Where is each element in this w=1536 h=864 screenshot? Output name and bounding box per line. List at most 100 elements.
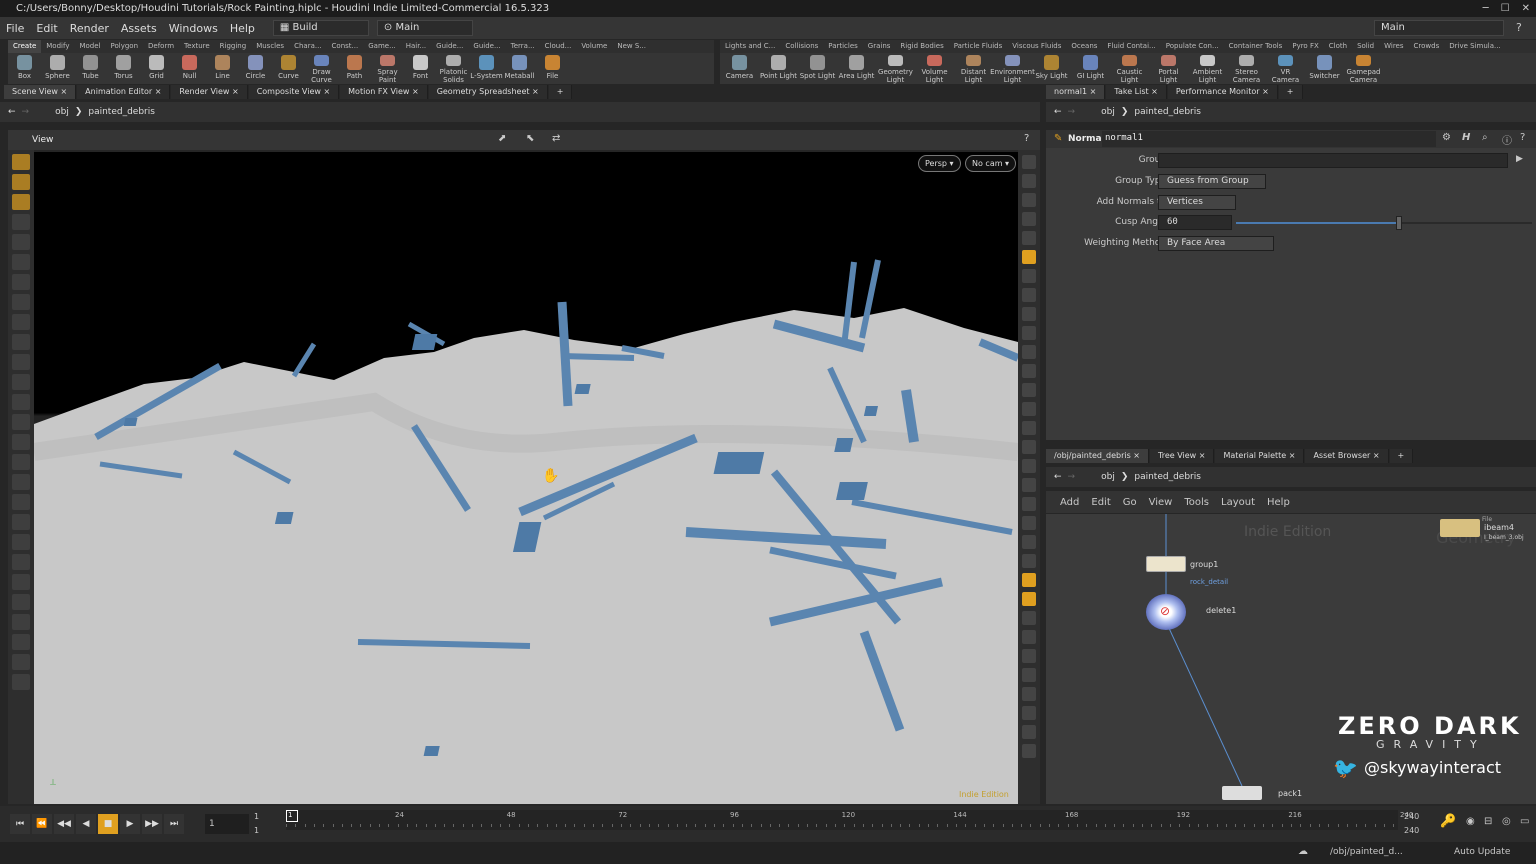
net-path-node[interactable]: painted_debris (1134, 472, 1201, 482)
display-option-30-icon[interactable] (1022, 725, 1036, 739)
tool-file[interactable]: File (536, 53, 569, 84)
shelf-tab-oceans[interactable]: Oceans (1066, 40, 1102, 53)
shelf-tab-crowds[interactable]: Crowds (1409, 40, 1445, 53)
pane-tab-asset-browser[interactable]: Asset Browser × (1305, 449, 1389, 463)
display-option-29-icon[interactable] (1022, 706, 1036, 720)
tool-environment-light[interactable]: Environment Light (990, 53, 1035, 84)
shelf-tab-modify[interactable]: Modify (41, 40, 74, 53)
display-option-7-icon[interactable] (1022, 288, 1036, 302)
tool-portal-light[interactable]: Portal Light (1149, 53, 1188, 84)
param-group-type-menu[interactable]: Guess from Group (1158, 174, 1266, 189)
shelf-tab-viscous-fluids[interactable]: Viscous Fluids (1007, 40, 1066, 53)
ibeam-node-box[interactable] (1440, 519, 1480, 537)
tool24-icon[interactable] (12, 614, 30, 630)
display-option-5-icon[interactable] (1022, 250, 1036, 264)
tool19-icon[interactable] (12, 514, 30, 530)
cusp-angle-slider-knob[interactable] (1395, 216, 1402, 230)
shelf-tab-particle-fluids[interactable]: Particle Fluids (949, 40, 1008, 53)
display-option-4-icon[interactable] (1022, 231, 1036, 245)
pane-tab-motion-fx-view[interactable]: Motion FX View × (340, 85, 428, 99)
tool-null[interactable]: Null (173, 53, 206, 84)
display-option-14-icon[interactable] (1022, 421, 1036, 435)
display-option-18-icon[interactable] (1022, 497, 1036, 511)
tool-gamepad-camera[interactable]: Gamepad Camera (1344, 53, 1383, 84)
tool-geometry-light[interactable]: Geometry Light (876, 53, 915, 84)
tool-ambient-light[interactable]: Ambient Light (1188, 53, 1227, 84)
shelf-tab-pyro-fx[interactable]: Pyro FX (1287, 40, 1323, 53)
pane-tab-obj-painted-debris[interactable]: /obj/painted_debris × (1046, 449, 1149, 463)
desktop-dropdown[interactable]: ▦ Build (272, 20, 369, 36)
display-option-3-icon[interactable] (1022, 212, 1036, 226)
pane-tab-scene-view[interactable]: Scene View × (4, 85, 77, 99)
shelf-tab-wires[interactable]: Wires (1379, 40, 1408, 53)
net-menu-go[interactable]: Go (1123, 497, 1137, 508)
right-desktop-dropdown[interactable]: Main (1374, 20, 1504, 36)
shelf-tab-solid[interactable]: Solid (1352, 40, 1379, 53)
tool-gi-light[interactable]: GI Light (1071, 53, 1110, 84)
snap-icon[interactable]: ⬉ (526, 133, 534, 144)
tool-line[interactable]: Line (206, 53, 239, 84)
tool-grid[interactable]: Grid (140, 53, 173, 84)
range-start2[interactable]: 1 (254, 826, 259, 835)
tool-volume-light[interactable]: Volume Light (915, 53, 954, 84)
tool-distant-light[interactable]: Distant Light (954, 53, 993, 84)
help-icon[interactable]: ? (1516, 21, 1522, 34)
tool-spot-light[interactable]: Spot Light (798, 53, 837, 84)
shelf-tab-drive-simula[interactable]: Drive Simula... (1444, 40, 1505, 53)
prev-key-icon[interactable]: ◀◀ (54, 814, 74, 834)
pane-tab-composite-view[interactable]: Composite View × (248, 85, 340, 99)
render-icon[interactable] (12, 434, 30, 450)
maximize-icon[interactable]: ☐ (1501, 0, 1510, 17)
select-icon[interactable] (12, 154, 30, 170)
menu-assets[interactable]: Assets (115, 22, 163, 35)
cam-icon[interactable] (12, 394, 30, 410)
timeline-ruler[interactable]: 1 24 48 72 96 120 144 168 192 216 240 (286, 810, 1413, 830)
tool-camera[interactable]: Camera (720, 53, 759, 84)
group1-node-box[interactable] (1146, 556, 1186, 572)
shelf-tab-const[interactable]: Const... (327, 40, 364, 53)
tool-circle[interactable]: Circle (239, 53, 272, 84)
pane-tab-material-palette[interactable]: Material Palette × (1215, 449, 1305, 463)
display-option-1-icon[interactable] (1022, 174, 1036, 188)
select-mode-icon[interactable]: ⬈ (498, 133, 506, 144)
info-icon[interactable]: ⓘ (1502, 132, 1512, 147)
tool-path[interactable]: Path (338, 53, 371, 84)
param-group-input[interactable] (1158, 153, 1508, 168)
scale-icon[interactable] (12, 214, 30, 230)
net-menu-tools[interactable]: Tools (1184, 497, 1209, 508)
pane-tab-tree-view[interactable]: Tree View × (1150, 449, 1215, 463)
forward-arrow-icon[interactable]: → (22, 107, 30, 117)
tool-l-system[interactable]: L-System (470, 53, 503, 84)
menu-help[interactable]: Help (224, 22, 261, 35)
pane-tab-geometry-spreadsheet[interactable]: Geometry Spreadsheet × (428, 85, 548, 99)
next-key-icon[interactable]: ▶▶ (142, 814, 162, 834)
persp-menu[interactable]: Persp ▾ (918, 155, 961, 172)
pane-tab-animation-editor[interactable]: Animation Editor × (77, 85, 171, 99)
tool23-icon[interactable] (12, 594, 30, 610)
shelf-tab-collisions[interactable]: Collisions (780, 40, 823, 53)
node-delete1[interactable]: ⊘ delete1 (1146, 594, 1236, 630)
display-option-6-icon[interactable] (1022, 269, 1036, 283)
display-option-25-icon[interactable] (1022, 630, 1036, 644)
stop-icon[interactable]: ■ (98, 814, 118, 834)
tool27-icon[interactable] (12, 674, 30, 690)
display-option-2-icon[interactable] (1022, 193, 1036, 207)
tool-tube[interactable]: Tube (74, 53, 107, 84)
shelf-tab-particles[interactable]: Particles (823, 40, 863, 53)
display-option-21-icon[interactable] (1022, 554, 1036, 568)
3d-viewport[interactable]: Indie Edition Persp ▾ No cam ▾ ✋ ⟂ (34, 152, 1018, 804)
shelf-tab-game[interactable]: Game... (363, 40, 401, 53)
shelf-tab-grains[interactable]: Grains (863, 40, 896, 53)
pane-tab-render-view[interactable]: Render View × (171, 85, 248, 99)
close-icon[interactable]: ✕ (1522, 0, 1530, 17)
shelf-tab-rigging[interactable]: Rigging (215, 40, 252, 53)
pane-tab-performance-monitor[interactable]: Performance Monitor × (1167, 85, 1278, 99)
display-option-31-icon[interactable] (1022, 744, 1036, 758)
shelf-tab-lights-and-c[interactable]: Lights and C... (720, 40, 780, 53)
tool-draw-curve[interactable]: Draw Curve (305, 53, 338, 84)
node-name-field[interactable]: normal1 (1102, 131, 1436, 147)
net-back-icon[interactable]: ← (1054, 472, 1062, 482)
display-option-11-icon[interactable] (1022, 364, 1036, 378)
tool-area-light[interactable]: Area Light (837, 53, 876, 84)
shelf-tab-muscles[interactable]: Muscles (251, 40, 289, 53)
